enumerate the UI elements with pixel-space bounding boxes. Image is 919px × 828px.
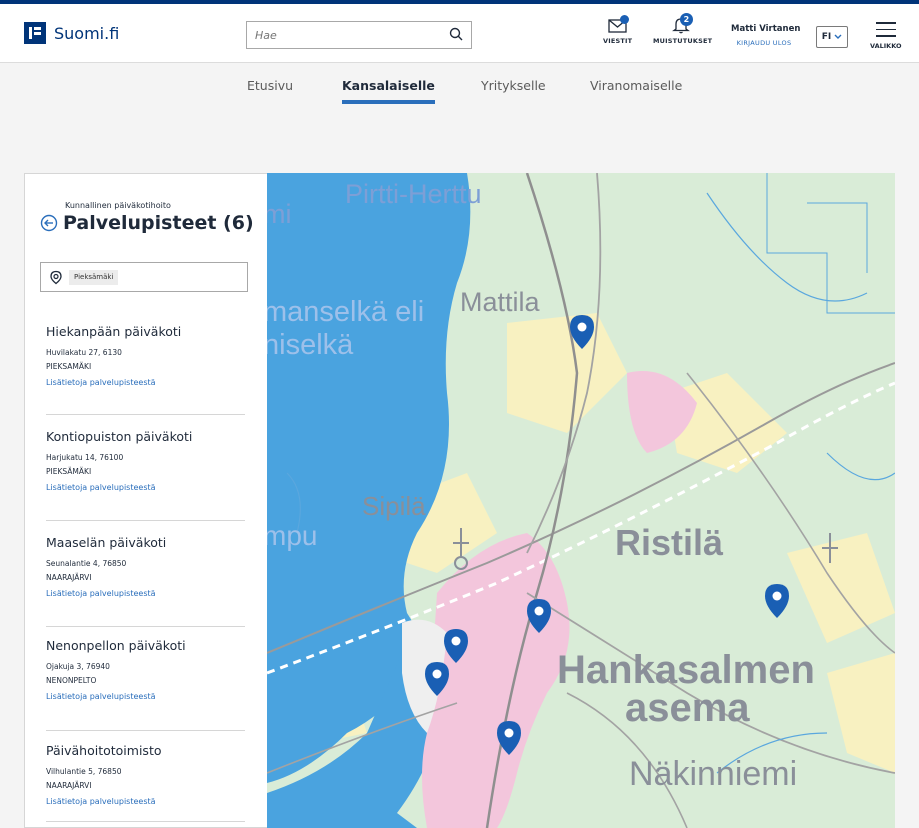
tab-yritykselle[interactable]: Yritykselle (481, 78, 546, 93)
main-navigation: Etusivu Kansalaiselle Yritykselle Virano… (0, 63, 919, 173)
city: NAARAJÄRVI (46, 573, 92, 582)
service-point-name: Päivähoitotoimisto (46, 743, 162, 758)
panel-subtitle: Kunnallinen päiväkotihoito (65, 201, 171, 210)
map-label: mpu (267, 520, 317, 551)
user-info: Matti Virtanen KIRJAUDU ULOS (731, 24, 801, 47)
service-point-name: Nenonpellon päiväkoti (46, 638, 186, 653)
list-item: Maaselän päiväkoti Seunalantie 4, 76850 … (46, 535, 245, 598)
list-divider (46, 520, 245, 521)
map-marker-icon[interactable] (525, 597, 553, 635)
details-link[interactable]: Lisätietoja palvelupisteestä (46, 589, 245, 598)
street-address: Ojakuja 3, 76940 (46, 662, 110, 671)
tab-viranomaiselle[interactable]: Viranomaiselle (590, 78, 682, 93)
tab-kansalaiselle[interactable]: Kansalaiselle (342, 78, 435, 104)
map-label: manselkä eli (267, 296, 424, 328)
search-box (246, 21, 472, 49)
map-label: asema (625, 686, 750, 730)
map-label: mi (267, 199, 292, 229)
search-input[interactable] (247, 22, 437, 48)
list-divider (46, 821, 245, 822)
list-item: Kontiopuiston päiväkoti Harjukatu 14, 76… (46, 429, 245, 492)
details-link[interactable]: Lisätietoja palvelupisteestä (46, 692, 245, 701)
city: PIEKSÄMÄKI (46, 467, 92, 476)
service-point-address: Harjukatu 14, 76100 PIEKSÄMÄKI (46, 451, 245, 479)
service-points-panel: Kunnallinen päiväkotihoito Palvelupistee… (24, 173, 267, 828)
street-address: Harjukatu 14, 76100 (46, 453, 124, 462)
suomi-fi-logo-icon (24, 22, 46, 44)
top-header: Suomi.fi VIESTIT 2 MUISTUTUKSET Matti Vi… (0, 4, 919, 63)
menu-label: VALIKKO (870, 41, 902, 50)
map-marker-icon[interactable] (763, 582, 791, 620)
details-link[interactable]: Lisätietoja palvelupisteestä (46, 483, 245, 492)
list-divider (46, 626, 245, 627)
service-points-map[interactable]: Pirtti-Herttu mi manselkä eli niselkä Ma… (267, 173, 895, 828)
map-background: Pirtti-Herttu mi manselkä eli niselkä Ma… (267, 173, 895, 828)
hamburger-icon (875, 22, 896, 37)
street-address: Seunalantie 4, 76850 (46, 559, 127, 568)
location-pin-icon (50, 270, 62, 285)
service-point-address: Ojakuja 3, 76940 NENONPELTO (46, 660, 245, 688)
logo-text: Suomi.fi (54, 23, 120, 43)
service-point-address: Seunalantie 4, 76850 NAARAJÄRVI (46, 557, 245, 585)
map-label: Mattila (460, 287, 541, 317)
map-label: Ristilä (615, 522, 724, 563)
list-item: Hiekanpään päiväkoti Huvilakatu 27, 6130… (46, 324, 245, 387)
city: PIEKSAMÄKI (46, 362, 92, 371)
search-icon[interactable] (449, 27, 463, 41)
reminders-label: MUISTUTUKSET (653, 37, 713, 45)
map-label: Sipilä (362, 491, 426, 521)
map-label: Pirtti-Herttu (345, 179, 482, 209)
language-value: FI (821, 32, 832, 42)
map-marker-icon[interactable] (423, 660, 451, 698)
new-message-dot (620, 15, 629, 24)
list-item: Päivähoitotoimisto Vilhulantie 5, 76850 … (46, 743, 245, 806)
city: NAARAJÄRVI (46, 781, 92, 790)
service-point-name: Maaselän päiväkoti (46, 535, 167, 550)
chevron-down-icon (834, 34, 842, 39)
list-divider (46, 730, 245, 731)
details-link[interactable]: Lisätietoja palvelupisteestä (46, 797, 245, 806)
service-point-name: Kontiopuiston päiväkoti (46, 429, 193, 444)
city: NENONPELTO (46, 676, 97, 685)
map-marker-icon[interactable] (568, 313, 596, 351)
language-selector[interactable]: FI (816, 26, 848, 48)
location-chip[interactable]: Pieksämäki (69, 270, 119, 285)
map-label: niselkä (267, 329, 354, 361)
menu-button[interactable]: VALIKKO (870, 22, 902, 50)
location-filter[interactable]: Pieksämäki (40, 262, 248, 292)
reminders-button[interactable]: 2 MUISTUTUKSET (653, 13, 713, 45)
logout-link[interactable]: KIRJAUDU ULOS (731, 39, 797, 47)
messages-label: VIESTIT (603, 37, 633, 45)
service-point-address: Huvilakatu 27, 6130 PIEKSAMÄKI (46, 346, 245, 374)
details-link[interactable]: Lisätietoja palvelupisteestä (46, 378, 245, 387)
map-marker-icon[interactable] (495, 719, 523, 757)
user-name: Matti Virtanen (731, 24, 801, 34)
service-point-address: Vilhulantie 5, 76850 NAARAJÄRVI (46, 765, 245, 793)
map-label: Näkinniemi (629, 755, 797, 793)
back-arrow-icon[interactable] (40, 214, 58, 232)
street-address: Vilhulantie 5, 76850 (46, 767, 122, 776)
suomi-fi-logo[interactable]: Suomi.fi (24, 22, 119, 44)
list-divider (46, 414, 245, 415)
panel-title: Palvelupisteet (6) (63, 212, 254, 234)
street-address: Huvilakatu 27, 6130 (46, 348, 122, 357)
tab-etusivu[interactable]: Etusivu (247, 78, 293, 93)
reminders-count-badge: 2 (680, 13, 693, 26)
service-point-name: Hiekanpään päiväkoti (46, 324, 182, 339)
messages-button[interactable]: VIESTIT (603, 14, 632, 45)
list-item: Nenonpellon päiväkoti Ojakuja 3, 76940 N… (46, 638, 245, 701)
